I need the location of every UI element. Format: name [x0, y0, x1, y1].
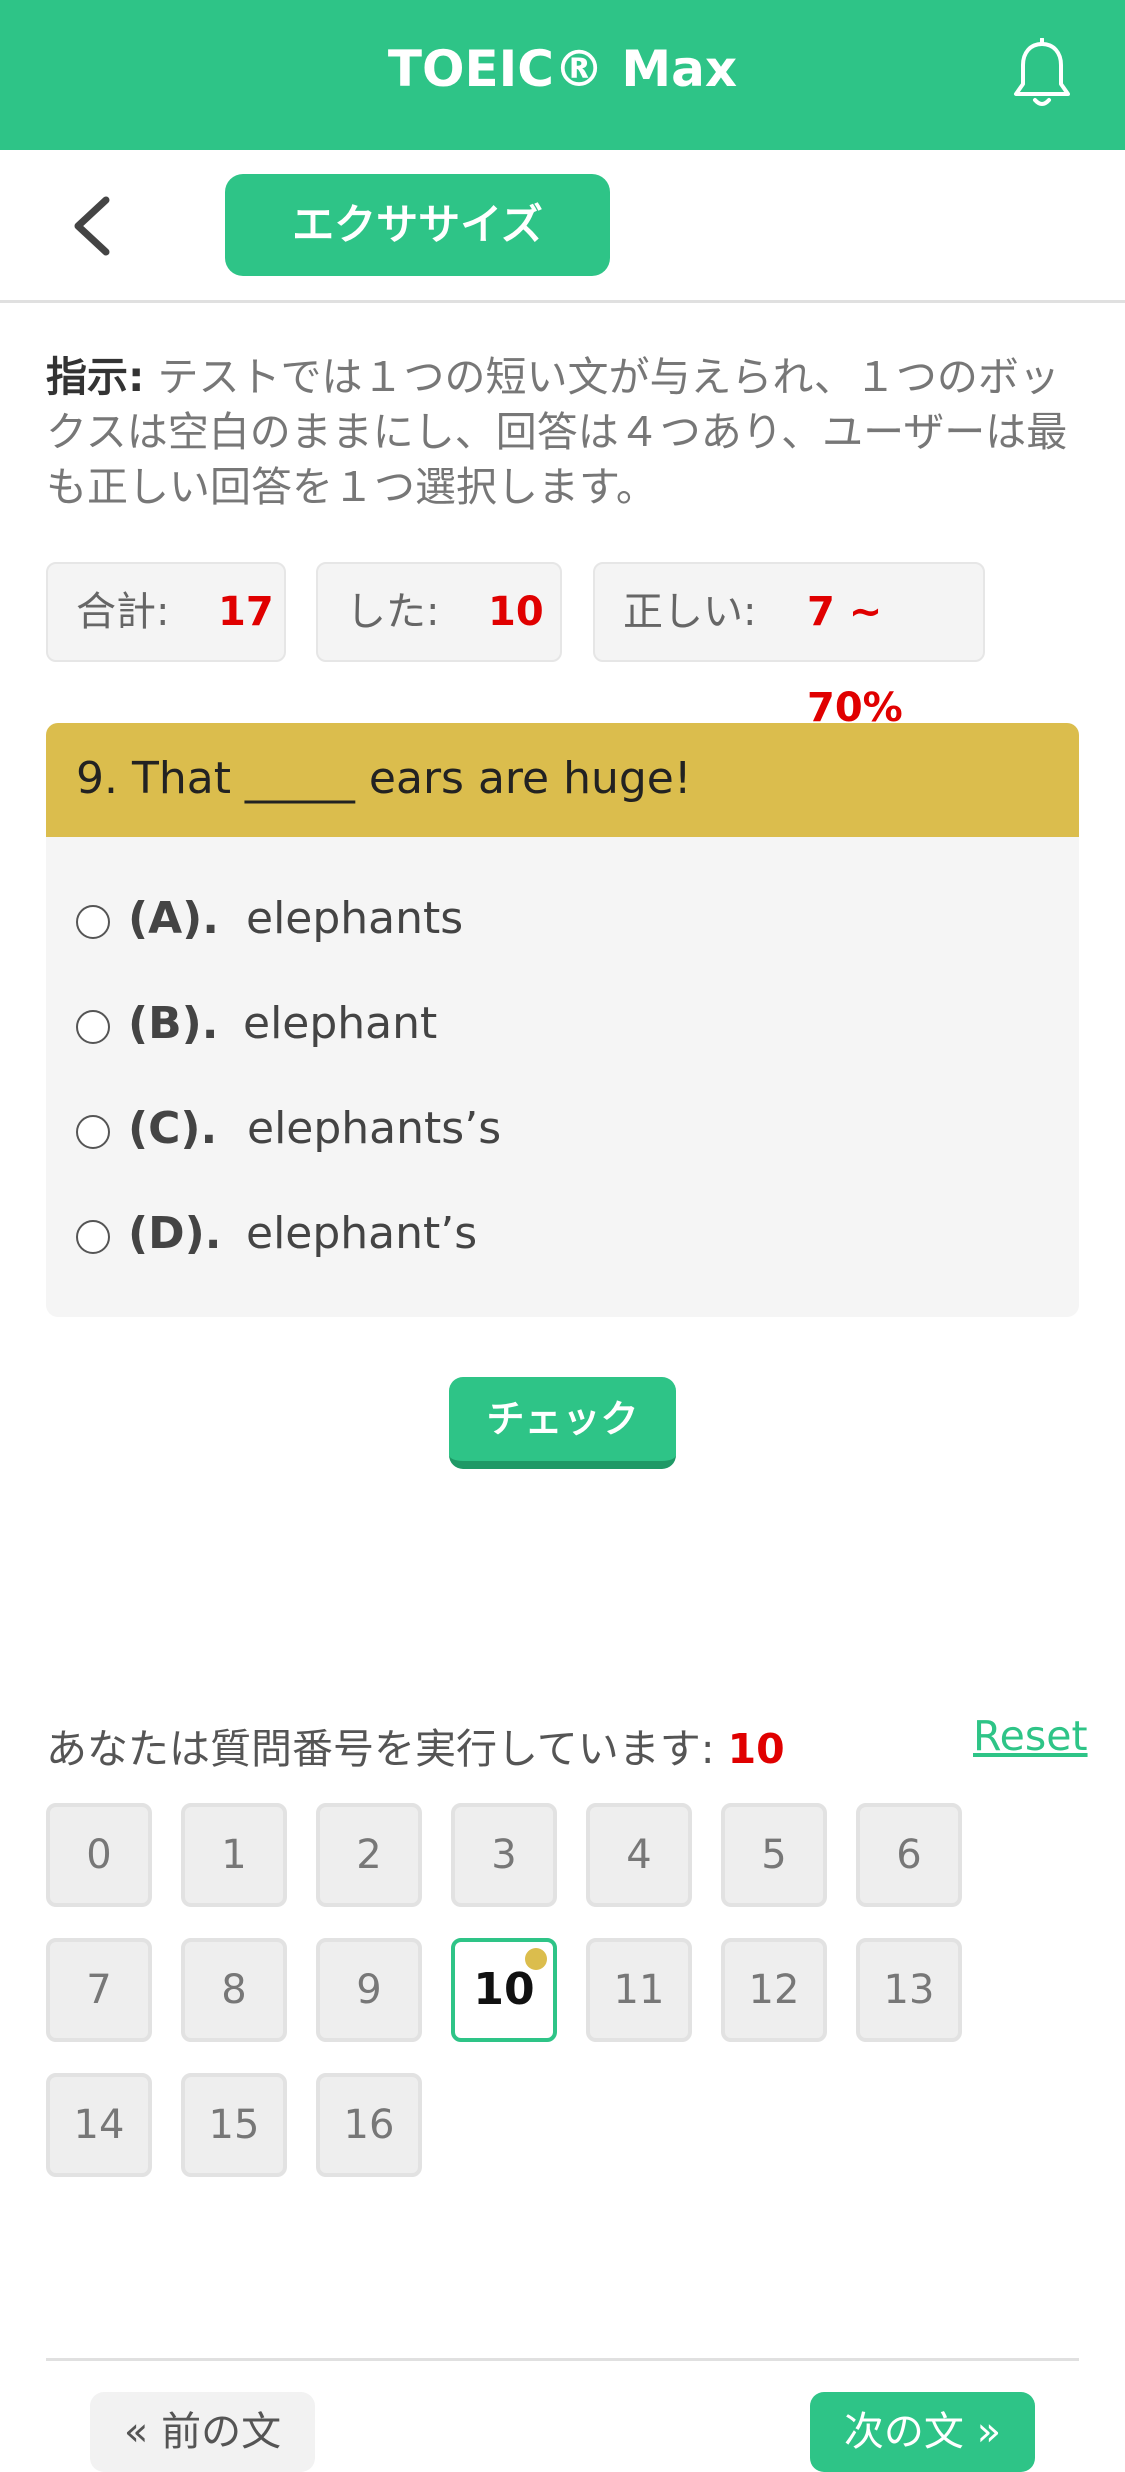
option-letter: (A). — [128, 893, 219, 944]
stat-total-value: 17 — [218, 589, 274, 635]
option-text: elephant — [243, 998, 438, 1049]
exercise-tab-button[interactable]: エクササイズ — [225, 174, 610, 276]
question-number-button[interactable]: 0 — [46, 1803, 152, 1907]
radio-button[interactable] — [76, 1115, 110, 1149]
option-letter: (D). — [128, 1208, 222, 1259]
question-number-button[interactable]: 11 — [586, 1938, 692, 2042]
question-number-button[interactable]: 5 — [721, 1803, 827, 1907]
radio-button[interactable] — [76, 1220, 110, 1254]
prev-sentence-button[interactable]: « 前の文 — [90, 2392, 315, 2472]
current-question-number: 10 — [727, 1725, 785, 1773]
progress-text: あなたは質問番号を実行しています: — [46, 1725, 715, 1773]
question-number-button[interactable]: 16 — [316, 2073, 422, 2177]
question-card: 9. That _____ ears are huge! (A). elepha… — [46, 723, 1079, 1317]
question-number-button[interactable]: 3 — [451, 1803, 557, 1907]
option-text: elephants’s — [247, 1103, 502, 1154]
question-number-button[interactable]: 15 — [181, 2073, 287, 2177]
question-number-button[interactable]: 12 — [721, 1938, 827, 2042]
sub-header: エクササイズ — [0, 150, 1125, 303]
question-number-button[interactable]: 9 — [316, 1938, 422, 2042]
question-number-button[interactable]: 4 — [586, 1803, 692, 1907]
stat-done-label: した: — [346, 589, 440, 635]
reset-link[interactable]: Reset — [973, 1712, 1088, 1760]
option-letter: (B). — [128, 998, 219, 1049]
stat-done-value: 10 — [488, 589, 544, 635]
question-number-button[interactable]: 6 — [856, 1803, 962, 1907]
option-text: elephant’s — [246, 1208, 478, 1259]
stat-total: 合計: 17 — [46, 562, 286, 662]
app-title: TOEIC® Max — [387, 40, 738, 98]
bell-icon[interactable] — [1010, 38, 1074, 112]
question-text: 9. That _____ ears are huge! — [76, 753, 692, 804]
current-indicator-dot — [525, 1948, 547, 1970]
option-text: elephants — [246, 893, 464, 944]
stat-total-label: 合計: — [76, 589, 170, 635]
radio-button[interactable] — [76, 905, 110, 939]
stat-correct-label: 正しい: — [623, 589, 757, 635]
question-number-button[interactable]: 10 — [451, 1938, 557, 2042]
question-number-button[interactable]: 1 — [181, 1803, 287, 1907]
instructions: 指示: テストでは１つの短い文が与えられ、１つのボックスは空白のままにし、回答は… — [46, 350, 1076, 515]
stat-correct: 正しい: 7 ~ 70% — [593, 562, 985, 731]
question-number-button[interactable]: 7 — [46, 1938, 152, 2042]
instructions-label: 指示: — [46, 353, 145, 401]
instructions-text: テストでは１つの短い文が与えられ、１つのボックスは空白のままにし、回答は４つあり… — [46, 353, 1068, 511]
check-button[interactable]: チェック — [449, 1377, 676, 1469]
radio-button[interactable] — [76, 1010, 110, 1044]
next-sentence-button[interactable]: 次の文 » — [810, 2392, 1035, 2472]
divider — [46, 2358, 1079, 2361]
question-number-button[interactable]: 2 — [316, 1803, 422, 1907]
question-number-button[interactable]: 14 — [46, 2073, 152, 2177]
question-header: 9. That _____ ears are huge! — [46, 723, 1079, 837]
question-number-button[interactable]: 8 — [181, 1938, 287, 2042]
option-letter: (C). — [128, 1103, 218, 1154]
question-number-button[interactable]: 13 — [856, 1938, 962, 2042]
stat-done: した: 10 — [316, 562, 562, 662]
top-app-bar: TOEIC® Max — [0, 0, 1125, 150]
chevron-left-icon[interactable] — [64, 194, 120, 258]
progress-label: あなたは質問番号を実行しています: 10 — [46, 1715, 785, 1775]
